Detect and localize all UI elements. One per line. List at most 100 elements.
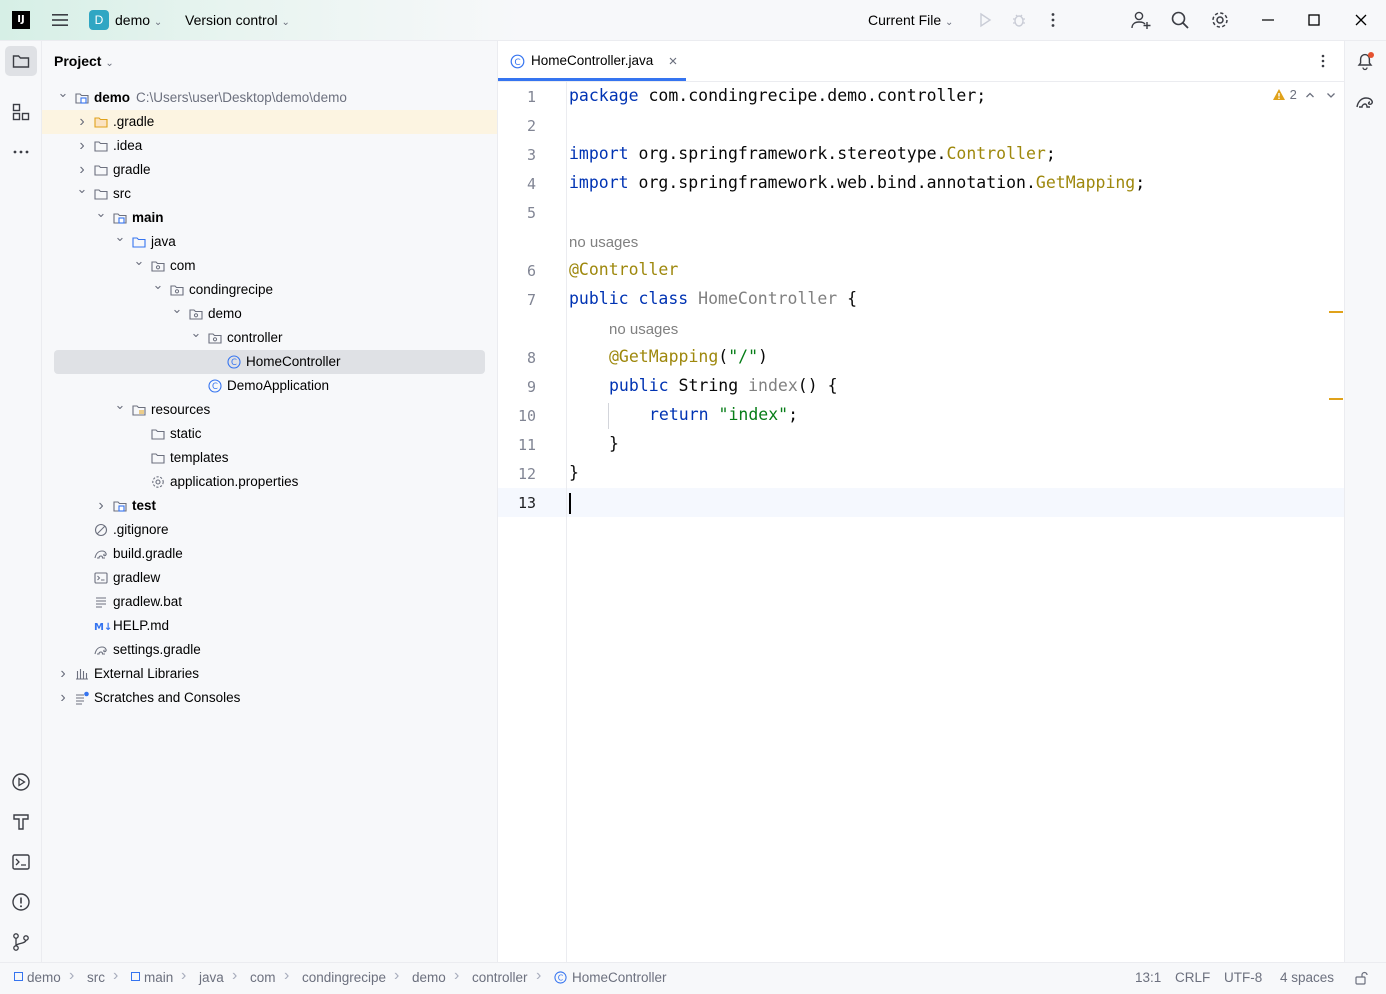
tree-item[interactable]: › .idea: [42, 134, 497, 158]
line-number[interactable]: 6: [496, 262, 536, 280]
run-config-selector[interactable]: Current File ⌄: [868, 12, 953, 28]
tree-item[interactable]: ⌄ main: [42, 205, 497, 230]
code-line-12[interactable]: }: [569, 463, 579, 482]
tree-item[interactable]: templates: [42, 446, 497, 470]
code-line-4[interactable]: import org.springframework.web.bind.anno…: [569, 173, 1145, 192]
code-line-9[interactable]: public String index() {: [609, 376, 838, 395]
code-line-1[interactable]: package com.condingrecipe.demo.controlle…: [569, 86, 986, 105]
tab-homecontroller[interactable]: C HomeController.java: [498, 41, 686, 81]
line-number[interactable]: 10: [496, 407, 536, 425]
chevron-down-icon[interactable]: ⌄: [113, 225, 127, 249]
gradle-tool-icon[interactable]: [1355, 92, 1375, 112]
tree-item[interactable]: › gradle: [42, 158, 497, 182]
line-number[interactable]: 12: [496, 465, 536, 483]
tree-item[interactable]: build.gradle: [42, 542, 497, 566]
gear-icon[interactable]: [1210, 10, 1230, 30]
chevron-down-icon[interactable]: ⌄: [75, 177, 89, 201]
line-separator[interactable]: CRLF: [1175, 970, 1210, 985]
tree-item[interactable]: › External Libraries: [42, 662, 497, 686]
chevron-down-icon[interactable]: ⌄: [151, 273, 165, 297]
tree-item[interactable]: C HomeController: [54, 350, 485, 374]
breadcrumb-item[interactable]: demo: [412, 970, 446, 985]
tree-item[interactable]: gradlew: [42, 566, 497, 590]
tree-item[interactable]: ⌄ resources: [42, 397, 497, 422]
chevron-down-icon[interactable]: ⌄: [113, 393, 127, 417]
chevron-down-icon[interactable]: ⌄: [94, 201, 108, 225]
breadcrumb-item[interactable]: condingrecipe: [302, 970, 386, 985]
code-line-7[interactable]: public class HomeController {: [569, 289, 857, 308]
run-icon[interactable]: [976, 11, 994, 29]
lock-icon[interactable]: [1354, 971, 1368, 985]
line-number[interactable]: 8: [496, 349, 536, 367]
project-badge[interactable]: D: [89, 10, 109, 30]
close-icon[interactable]: [1351, 10, 1371, 30]
code-line-10[interactable]: return "index";: [649, 405, 798, 424]
tree-item[interactable]: ⌄ com: [42, 253, 497, 278]
line-number[interactable]: 1: [496, 88, 536, 106]
usages-hint[interactable]: no usages: [609, 321, 678, 338]
chevron-right-icon[interactable]: ›: [75, 134, 89, 158]
code-line-11[interactable]: }: [609, 434, 619, 453]
line-number[interactable]: 4: [496, 175, 536, 193]
ide-logo-icon[interactable]: IJ: [12, 11, 30, 29]
services-icon[interactable]: [11, 772, 31, 792]
warning-stripe-marker[interactable]: [1329, 311, 1343, 313]
code-line-6[interactable]: @Controller: [569, 260, 678, 279]
terminal-icon[interactable]: [11, 852, 31, 872]
git-branch-icon[interactable]: [11, 932, 31, 952]
chevron-right-icon[interactable]: ›: [94, 494, 108, 518]
tree-item[interactable]: ⌄ demo: [42, 301, 497, 326]
chevron-right-icon[interactable]: ›: [56, 686, 70, 710]
line-number[interactable]: 5: [496, 204, 536, 222]
tree-item[interactable]: M↓ HELP.md: [42, 614, 497, 638]
breadcrumb-item[interactable]: controller: [472, 970, 528, 985]
notifications-icon[interactable]: [1355, 51, 1375, 71]
line-number[interactable]: 2: [496, 117, 536, 135]
maximize-icon[interactable]: [1304, 10, 1324, 30]
line-number[interactable]: 7: [496, 291, 536, 309]
usages-hint[interactable]: no usages: [569, 234, 638, 251]
project-panel-header[interactable]: Project ⌄: [54, 53, 114, 69]
tree-item[interactable]: .gitignore: [42, 518, 497, 542]
breadcrumb-item[interactable]: java: [199, 970, 224, 985]
indent-setting[interactable]: 4 spaces: [1280, 970, 1334, 985]
line-number[interactable]: 9: [496, 378, 536, 396]
code-line-8[interactable]: @GetMapping("/"): [609, 347, 768, 366]
build-icon[interactable]: [11, 812, 31, 832]
project-switcher[interactable]: demo ⌄: [115, 12, 162, 28]
tree-item[interactable]: gradlew.bat: [42, 590, 497, 614]
chevron-down-icon[interactable]: ⌄: [132, 249, 146, 273]
problems-icon[interactable]: [11, 892, 31, 912]
line-number-current[interactable]: 13: [496, 494, 536, 512]
tree-item[interactable]: › .gradle: [42, 110, 497, 134]
chevron-down-icon[interactable]: ⌄: [56, 81, 70, 105]
project-tool-button[interactable]: [5, 46, 37, 76]
tree-item[interactable]: application.properties: [42, 470, 497, 494]
file-encoding[interactable]: UTF-8: [1224, 970, 1262, 985]
structure-icon[interactable]: [12, 103, 30, 121]
line-number[interactable]: 3: [496, 146, 536, 164]
main-menu-icon[interactable]: [50, 11, 70, 29]
breadcrumb-item[interactable]: C HomeController: [554, 970, 667, 985]
more-actions-icon[interactable]: [1044, 11, 1062, 29]
tree-item[interactable]: ⌄ condingrecipe: [42, 277, 497, 302]
debug-icon[interactable]: [1010, 11, 1028, 29]
tree-item[interactable]: static: [42, 422, 497, 446]
next-highlight-icon[interactable]: [1325, 89, 1337, 101]
tree-item[interactable]: ⌄ demo C:\Users\user\Desktop\demo\demo: [42, 85, 497, 110]
line-number[interactable]: 11: [496, 436, 536, 454]
close-tab-icon[interactable]: [667, 55, 679, 67]
chevron-down-icon[interactable]: ⌄: [189, 321, 203, 345]
chevron-right-icon[interactable]: ›: [75, 110, 89, 134]
inspection-widget[interactable]: 2: [1272, 87, 1297, 102]
code-line-3[interactable]: import org.springframework.stereotype.Co…: [569, 144, 1056, 163]
tree-item[interactable]: settings.gradle: [42, 638, 497, 662]
breadcrumb-item[interactable]: src: [87, 970, 105, 985]
search-icon[interactable]: [1170, 10, 1190, 30]
tree-item[interactable]: ⌄ src: [42, 181, 497, 206]
minimize-icon[interactable]: [1258, 10, 1278, 30]
tree-item[interactable]: › test: [42, 494, 497, 518]
breadcrumb-item[interactable]: demo: [14, 970, 61, 985]
prev-highlight-icon[interactable]: [1304, 89, 1316, 101]
editor-tabs-more-icon[interactable]: [1315, 53, 1331, 69]
